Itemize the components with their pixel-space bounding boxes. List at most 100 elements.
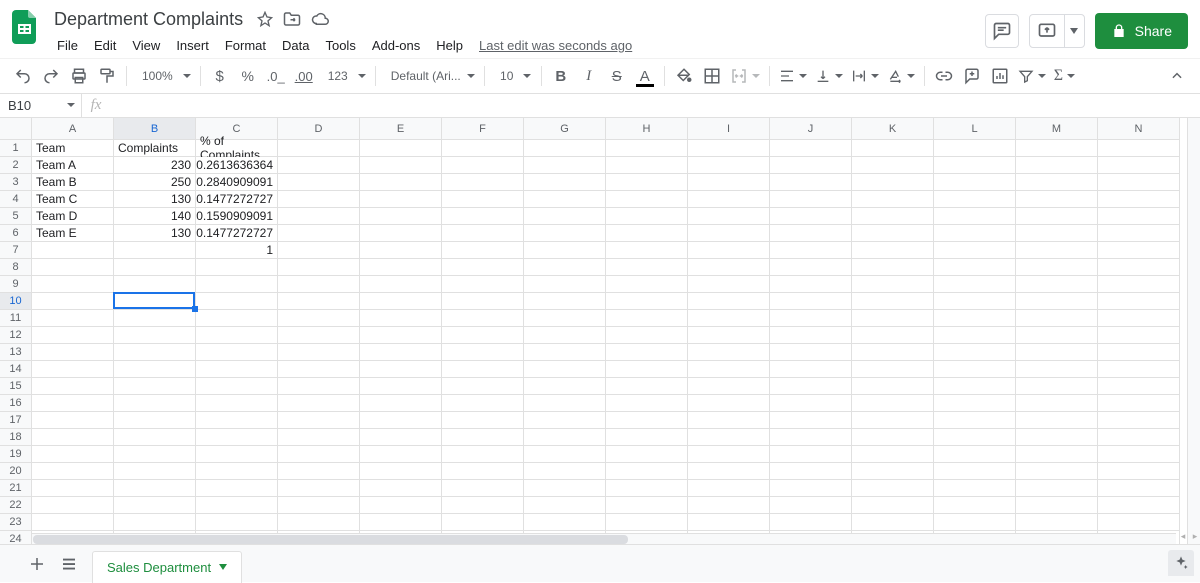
cell[interactable] [688, 225, 770, 242]
cell[interactable] [524, 208, 606, 225]
cell[interactable] [934, 344, 1016, 361]
cell[interactable] [606, 429, 688, 446]
cell[interactable] [524, 242, 606, 259]
cell[interactable] [852, 463, 934, 480]
cell[interactable] [278, 344, 360, 361]
cell[interactable] [32, 344, 114, 361]
cell[interactable] [32, 327, 114, 344]
cell[interactable] [1016, 344, 1098, 361]
cell[interactable] [114, 480, 196, 497]
row-header[interactable]: 16 [0, 395, 32, 412]
row-header[interactable]: 17 [0, 412, 32, 429]
cell[interactable] [770, 412, 852, 429]
cell[interactable] [360, 293, 442, 310]
comments-button[interactable] [985, 14, 1019, 48]
menu-view[interactable]: View [125, 36, 167, 55]
cell[interactable] [524, 191, 606, 208]
row-header[interactable]: 3 [0, 174, 32, 191]
cell[interactable] [442, 395, 524, 412]
cell[interactable] [1016, 497, 1098, 514]
all-sheets-button[interactable] [60, 555, 78, 573]
explore-button[interactable] [1168, 550, 1194, 576]
column-header[interactable]: L [934, 118, 1016, 140]
print-button[interactable] [66, 63, 92, 89]
cell[interactable] [196, 344, 278, 361]
collapse-toolbar-button[interactable] [1164, 63, 1190, 89]
cell[interactable] [278, 463, 360, 480]
menu-data[interactable]: Data [275, 36, 316, 55]
cell[interactable] [688, 157, 770, 174]
row-header[interactable]: 6 [0, 225, 32, 242]
font-size-dropdown[interactable]: 10 [491, 63, 535, 89]
cell[interactable] [934, 225, 1016, 242]
text-color-button[interactable]: A [632, 63, 658, 89]
cell[interactable] [196, 497, 278, 514]
cell[interactable] [852, 327, 934, 344]
paint-format-button[interactable] [94, 63, 120, 89]
cell[interactable] [770, 361, 852, 378]
cell[interactable] [934, 463, 1016, 480]
row-header[interactable]: 1 [0, 140, 32, 157]
cell[interactable] [524, 446, 606, 463]
cell[interactable] [688, 344, 770, 361]
cell[interactable] [852, 174, 934, 191]
cell[interactable] [442, 208, 524, 225]
cell[interactable] [196, 310, 278, 327]
cell[interactable]: Complaints [114, 140, 196, 157]
cell[interactable] [934, 429, 1016, 446]
cell[interactable] [278, 429, 360, 446]
column-header[interactable]: A [32, 118, 114, 140]
functions-button[interactable]: Σ [1051, 63, 1078, 89]
cell[interactable] [1098, 293, 1180, 310]
row-header[interactable]: 23 [0, 514, 32, 531]
cell[interactable] [524, 463, 606, 480]
cell[interactable] [114, 242, 196, 259]
row-header[interactable]: 2 [0, 157, 32, 174]
cell[interactable] [114, 327, 196, 344]
cell[interactable] [606, 446, 688, 463]
cell[interactable] [852, 140, 934, 157]
present-dropdown-icon[interactable] [1064, 15, 1084, 47]
cell[interactable] [934, 208, 1016, 225]
cell[interactable] [770, 225, 852, 242]
cell[interactable] [770, 310, 852, 327]
cell[interactable] [1016, 412, 1098, 429]
cell[interactable] [442, 412, 524, 429]
column-header[interactable]: M [1016, 118, 1098, 140]
cell[interactable] [360, 225, 442, 242]
cell[interactable] [934, 514, 1016, 531]
cell[interactable] [1016, 463, 1098, 480]
cell[interactable]: 130 [114, 191, 196, 208]
cell[interactable] [442, 446, 524, 463]
merge-cells-button[interactable] [727, 63, 763, 89]
cell[interactable] [1016, 446, 1098, 463]
menu-tools[interactable]: Tools [318, 36, 362, 55]
cell[interactable] [360, 276, 442, 293]
cell[interactable] [442, 514, 524, 531]
cell[interactable] [360, 463, 442, 480]
insert-link-button[interactable] [931, 63, 957, 89]
move-icon[interactable] [283, 11, 301, 27]
menu-help[interactable]: Help [429, 36, 470, 55]
cell[interactable] [770, 446, 852, 463]
cell[interactable] [1016, 310, 1098, 327]
redo-button[interactable] [38, 63, 64, 89]
increase-decimal-button[interactable]: .00 [291, 63, 317, 89]
cell[interactable] [32, 395, 114, 412]
cell[interactable] [606, 412, 688, 429]
cell[interactable] [278, 310, 360, 327]
cell[interactable] [852, 344, 934, 361]
cell[interactable] [1098, 242, 1180, 259]
cell[interactable] [606, 276, 688, 293]
cell[interactable] [934, 157, 1016, 174]
cell[interactable] [934, 361, 1016, 378]
cell[interactable] [606, 378, 688, 395]
cell[interactable] [606, 293, 688, 310]
column-header[interactable]: K [852, 118, 934, 140]
cell[interactable] [934, 259, 1016, 276]
sheet-tab-menu-icon[interactable] [219, 564, 227, 570]
cell[interactable] [770, 208, 852, 225]
cell[interactable] [1016, 480, 1098, 497]
cell[interactable] [278, 327, 360, 344]
cell[interactable] [32, 429, 114, 446]
